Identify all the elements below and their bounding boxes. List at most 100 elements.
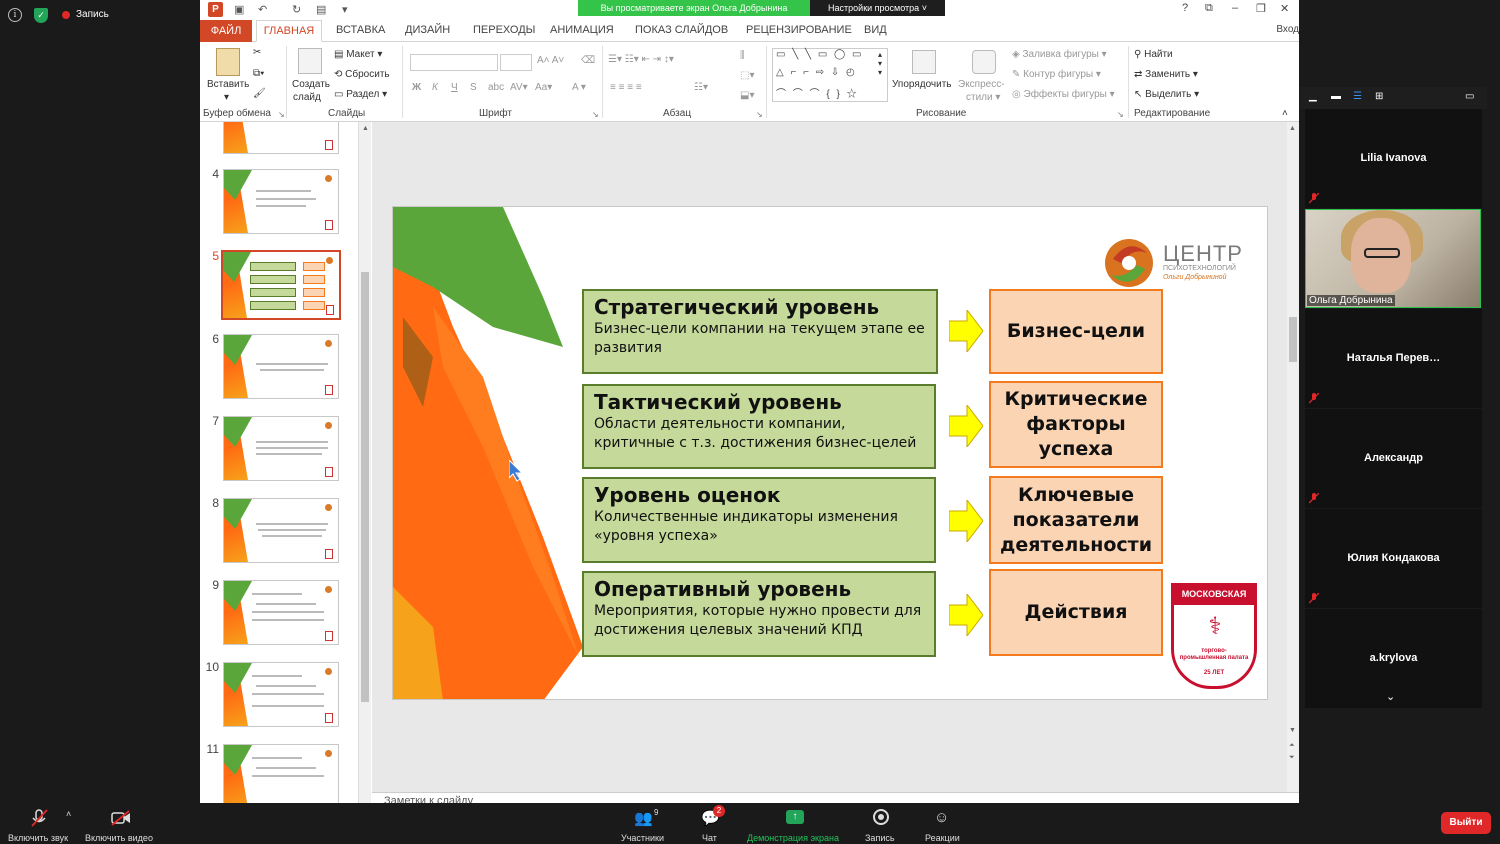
align-left-icon[interactable]: ≡ ≡ ≡ ≡ — [610, 82, 642, 93]
paragraph-launcher-icon[interactable]: ↘ — [756, 110, 763, 119]
reactions-button[interactable]: Реакции — [925, 833, 960, 843]
tab-file[interactable]: ФАЙЛ — [200, 20, 252, 42]
notes-pane[interactable]: Заметки к слайду — [372, 792, 1299, 803]
hide-video-icon[interactable]: ▬ — [1331, 91, 1341, 102]
level-box-operational[interactable]: Оперативный уровень Мероприятия, которые… — [582, 571, 936, 657]
font-color-icon[interactable]: A ▾ — [572, 82, 586, 93]
slide-thumbnail[interactable] — [223, 580, 339, 645]
bold-icon[interactable]: Ж — [412, 82, 421, 93]
underline-icon[interactable]: Ч — [451, 82, 458, 93]
record-button[interactable]: Запись — [865, 833, 895, 843]
slide-thumbnail[interactable] — [223, 662, 339, 727]
arrange-button[interactable]: Упорядочить — [892, 79, 952, 90]
format-painter-icon[interactable]: 🖌 — [253, 88, 266, 99]
share-screen-button[interactable]: Демонстрация экрана — [747, 833, 839, 843]
quick-styles-button-line2[interactable]: стили ▾ — [966, 92, 1000, 103]
exit-panel-icon[interactable]: ▭ — [1465, 91, 1474, 102]
close-icon[interactable]: ✕ — [1280, 2, 1289, 15]
collapse-ribbon-icon[interactable]: ˄ — [1282, 108, 1288, 119]
unmute-button[interactable]: Включить звук — [8, 833, 68, 843]
tab-transitions[interactable]: ПЕРЕХОДЫ — [473, 24, 535, 36]
start-video-button[interactable]: Включить видео — [85, 833, 153, 843]
new-slide-icon[interactable] — [298, 48, 322, 74]
new-slide-button-line2[interactable]: слайд — [293, 92, 321, 103]
shield-icon[interactable]: ✓ — [34, 8, 48, 23]
quick-styles-button-line1[interactable]: Экспресс- — [958, 79, 1005, 90]
scroll-up-icon[interactable]: ▲ — [1289, 125, 1296, 132]
change-case-icon[interactable]: Aa▾ — [535, 82, 552, 93]
paste-icon[interactable] — [216, 48, 240, 76]
muted-mic-icon[interactable] — [30, 809, 48, 827]
clear-format-icon[interactable]: ⌫ — [581, 55, 595, 66]
result-box-critical-factors[interactable]: Критические факторы успеха — [989, 381, 1163, 468]
replace-button[interactable]: ⇄ Заменить ▾ — [1134, 69, 1198, 80]
redo-icon[interactable]: ↻ — [292, 3, 301, 16]
gallery-view-icon[interactable]: ⊞ — [1375, 91, 1383, 102]
section-button[interactable]: ▭ Раздел ▾ — [334, 89, 387, 100]
copy-icon[interactable]: ⧉▾ — [253, 68, 264, 79]
shape-effects-button[interactable]: ◎ Эффекты фигуры ▾ — [1012, 89, 1115, 100]
font-name-input[interactable] — [410, 54, 498, 71]
cut-icon[interactable]: ✂ — [253, 47, 261, 58]
result-box-actions[interactable]: Действия — [989, 569, 1163, 656]
shape-fill-button[interactable]: ◈ Заливка фигуры ▾ — [1012, 49, 1107, 60]
paste-button[interactable]: Вставить — [207, 79, 249, 90]
participants-button[interactable]: Участники — [621, 833, 664, 843]
tab-home[interactable]: ГЛАВНАЯ — [256, 20, 322, 42]
level-box-tactical[interactable]: Тактический уровень Области деятельности… — [582, 384, 936, 469]
level-box-evaluation[interactable]: Уровень оценок Количественные индикаторы… — [582, 477, 936, 563]
view-settings-button[interactable]: Настройки просмотра ˅ — [810, 0, 945, 16]
scroll-up-icon[interactable]: ▲ — [362, 125, 369, 132]
recording-label[interactable]: Запись — [76, 9, 109, 20]
thumbnails-scrollbar[interactable]: ▲ — [358, 122, 371, 803]
scroll-down-icon[interactable]: ▼ — [1289, 727, 1296, 734]
tab-insert[interactable]: ВСТАВКА — [336, 24, 385, 36]
slide-thumbnail-selected[interactable] — [221, 250, 341, 320]
help-icon[interactable]: ? — [1182, 2, 1188, 14]
shapes-row-1[interactable]: ▭ ╲ ╲ ▭ ◯ ▭ — [776, 49, 863, 60]
new-slide-button-line1[interactable]: Создать — [292, 79, 330, 90]
reset-button[interactable]: ⟲ Сбросить — [334, 69, 390, 80]
tab-design[interactable]: ДИЗАЙН — [405, 24, 450, 36]
participant-tile[interactable]: Юлия Кондакова — [1305, 509, 1482, 608]
slide-thumbnail[interactable] — [223, 416, 339, 481]
tab-view[interactable]: ВИД — [864, 24, 887, 36]
prev-slide-icon[interactable]: ⏶ — [1289, 742, 1295, 750]
layout-button[interactable]: ▤ Макет ▾ — [334, 49, 382, 60]
participants-icon[interactable]: 👥 — [634, 809, 653, 827]
chat-button[interactable]: Чат — [702, 833, 717, 843]
participant-tile[interactable]: Александр — [1305, 409, 1482, 508]
tab-slideshow[interactable]: ПОКАЗ СЛАЙДОВ — [635, 24, 728, 36]
align-text-icon[interactable]: ⬚▾ — [740, 70, 754, 81]
participant-tile[interactable]: Lilia Ivanova — [1305, 109, 1482, 208]
shape-outline-button[interactable]: ✎ Контур фигуры ▾ — [1012, 69, 1101, 80]
undo-icon[interactable]: ↶ — [258, 3, 267, 16]
select-button[interactable]: ↖ Выделить ▾ — [1134, 89, 1199, 100]
maximize-icon[interactable]: ❐ — [1256, 2, 1266, 15]
shadow-icon[interactable]: S — [470, 82, 477, 93]
result-box-kpi[interactable]: Ключевые показатели деятельности — [989, 476, 1163, 564]
find-button[interactable]: ⚲ Найти — [1134, 49, 1173, 60]
text-direction-icon[interactable]: ⫼ — [740, 50, 745, 61]
speaker-view-icon[interactable]: ☰ — [1353, 91, 1362, 102]
slide-canvas[interactable]: ЦЕНТР ПСИХОТЕХНОЛОГИЙ Ольги Добрыниной С… — [392, 206, 1268, 700]
scrollbar-thumb[interactable] — [361, 272, 369, 702]
paste-dropdown-icon[interactable]: ▾ — [224, 92, 229, 103]
sign-in-link[interactable]: Вход — [1276, 24, 1299, 35]
grow-font-icon[interactable]: A˄ A˅ — [537, 55, 564, 66]
columns-icon[interactable]: ☷▾ — [694, 82, 708, 93]
result-box-business-goals[interactable]: Бизнес-цели — [989, 289, 1163, 374]
level-box-strategic[interactable]: Стратегический уровень Бизнес-цели компа… — [582, 289, 938, 374]
font-size-input[interactable] — [500, 54, 532, 71]
tab-animation[interactable]: АНИМАЦИЯ — [550, 24, 614, 36]
customize-qat-icon[interactable]: ▾ — [342, 3, 348, 16]
italic-icon[interactable]: К — [432, 82, 438, 93]
char-spacing-icon[interactable]: AV▾ — [510, 82, 528, 93]
scroll-participants-down-icon[interactable]: ⌄ — [1386, 690, 1395, 703]
reactions-icon[interactable]: ☺ — [934, 809, 949, 826]
slide-thumbnail[interactable] — [223, 744, 339, 803]
minimize-icon[interactable]: – — [1232, 2, 1238, 14]
clipboard-launcher-icon[interactable]: ↘ — [278, 110, 285, 119]
drawing-launcher-icon[interactable]: ↘ — [1117, 110, 1124, 119]
participant-tile[interactable]: Наталья Перев… — [1305, 309, 1482, 408]
